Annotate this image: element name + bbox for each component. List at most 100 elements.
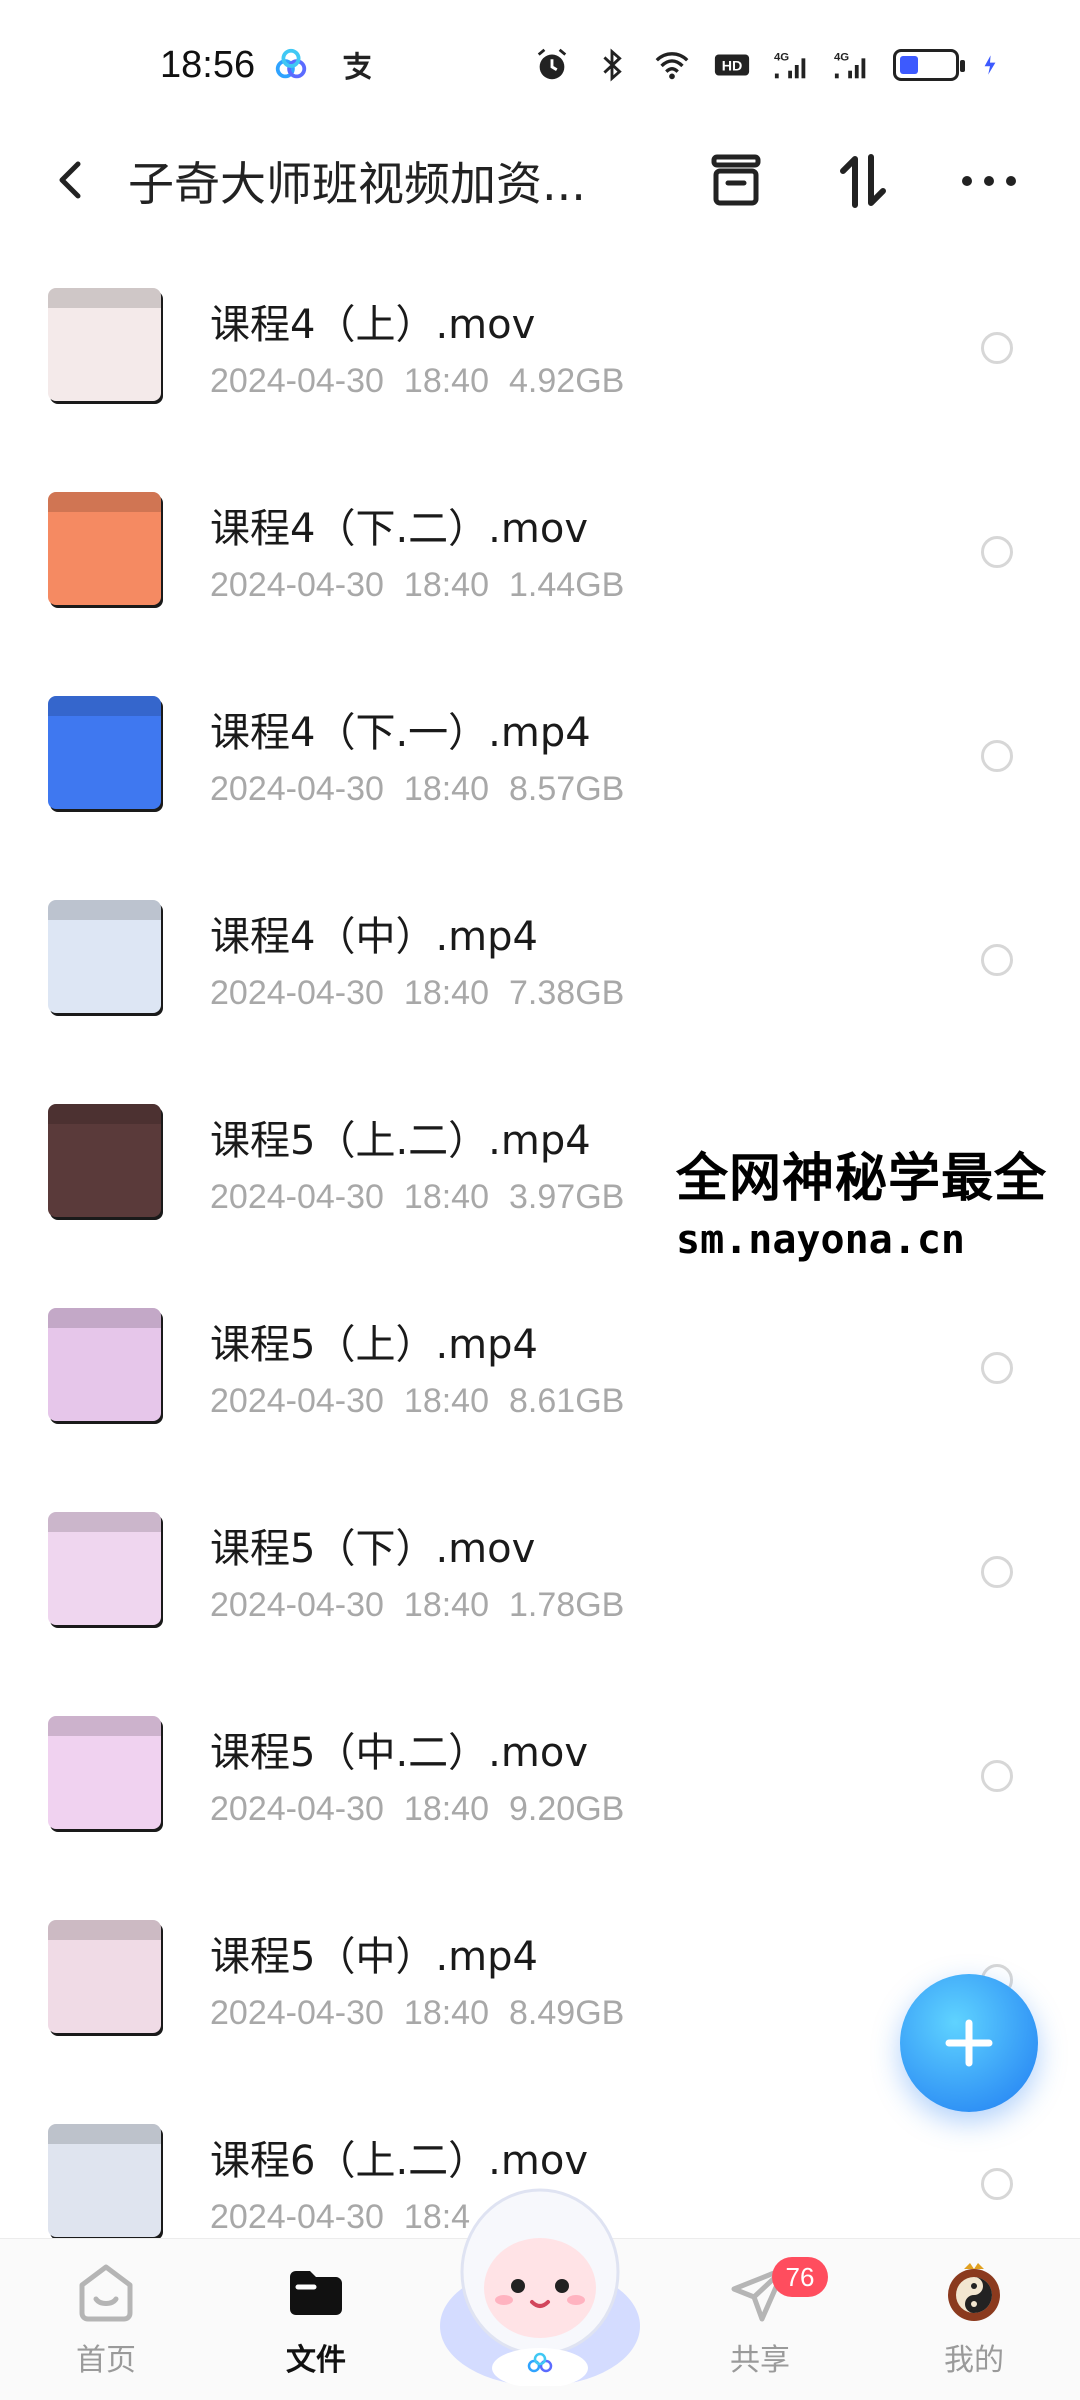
file-size: 8.49GB — [509, 1994, 625, 2032]
select-checkbox[interactable] — [981, 1352, 1013, 1384]
nav-share-label: 共享 — [730, 2343, 790, 2378]
file-thumbnail — [48, 1716, 161, 1829]
file-meta: 2024-04-30 18:40 8.57GB — [210, 770, 624, 809]
file-date: 2024-04-30 — [210, 770, 384, 808]
alipay-icon — [343, 51, 372, 80]
archive-button[interactable] — [703, 148, 769, 214]
file-time: 18:40 — [403, 1178, 490, 1216]
file-meta: 2024-04-30 18:40 1.44GB — [210, 566, 624, 605]
more-button[interactable] — [956, 148, 1022, 214]
file-time: 18:40 — [403, 1382, 490, 1420]
plus-icon — [945, 2019, 993, 2067]
watermark-overlay: 全网神秘学最全 sm.nayona.cn — [676, 1132, 1048, 1267]
nav-home[interactable]: 首页 — [36, 2261, 176, 2391]
file-name: 课程4（上）.mov — [210, 302, 536, 348]
page-title: 子奇大师班视频加资... — [128, 157, 586, 211]
file-thumbnail — [48, 1512, 161, 1625]
file-name: 课程5（下）.mov — [210, 1526, 536, 1572]
file-size: 8.57GB — [509, 770, 625, 808]
file-time: 18:40 — [403, 362, 490, 400]
file-row[interactable]: 课程5（上）.mp4 2024-04-30 18:40 8.61GB — [0, 1290, 1080, 1494]
add-button[interactable] — [900, 1974, 1038, 2112]
charging-icon — [984, 55, 996, 75]
file-date: 2024-04-30 — [210, 566, 384, 604]
file-thumbnail — [48, 2124, 161, 2237]
svg-text:HD: HD — [722, 59, 743, 75]
file-name: 课程4（下.一）.mp4 — [210, 710, 591, 756]
file-date: 2024-04-30 — [210, 362, 384, 400]
file-date: 2024-04-30 — [210, 2198, 384, 2236]
file-size: 7.38GB — [509, 974, 625, 1012]
file-thumbnail — [48, 492, 161, 605]
file-name: 课程5（上）.mp4 — [210, 1322, 538, 1368]
file-time: 18:40 — [403, 1586, 490, 1624]
mascot-assistant-icon[interactable] — [430, 2176, 650, 2386]
file-date: 2024-04-30 — [210, 1790, 384, 1828]
file-size: 1.44GB — [509, 566, 625, 604]
home-icon — [79, 2264, 133, 2322]
file-size: 9.20GB — [509, 1790, 625, 1828]
avatar-icon — [948, 2263, 1000, 2321]
file-row[interactable]: 课程4（下.一）.mp4 2024-04-30 18:40 8.57GB — [0, 678, 1080, 882]
select-checkbox[interactable] — [981, 536, 1013, 568]
baidu-cloud-icon — [275, 48, 307, 79]
file-thumbnail — [48, 1920, 161, 2033]
file-row[interactable]: 课程4（下.二）.mov 2024-04-30 18:40 1.44GB — [0, 474, 1080, 678]
sort-button[interactable] — [830, 148, 896, 214]
nav-files[interactable]: 文件 — [246, 2261, 386, 2391]
status-bar: 18:56 HD 4G 4G — [0, 0, 1080, 130]
archive-icon — [711, 154, 761, 206]
select-checkbox[interactable] — [981, 1760, 1013, 1792]
file-time: 18:40 — [403, 974, 490, 1012]
file-name: 课程5（中）.mp4 — [210, 1934, 538, 1980]
more-icon — [962, 176, 1016, 186]
file-thumbnail — [48, 696, 161, 809]
nav-home-label: 首页 — [76, 2343, 136, 2378]
watermark-url: sm.nayona.cn — [676, 1217, 965, 1263]
file-meta: 2024-04-30 18:40 8.49GB — [210, 1994, 624, 2033]
file-thumbnail — [48, 1104, 161, 1217]
watermark-text: 全网神秘学最全 — [676, 1149, 1048, 1209]
file-name: 课程4（中）.mp4 — [210, 914, 538, 960]
signal-4g-icon: 4G — [834, 51, 866, 79]
file-name: 课程5（上.二）.mp4 — [210, 1118, 591, 1164]
file-name: 课程4（下.二）.mov — [210, 506, 588, 552]
file-meta: 2024-04-30 18:40 3.97GB — [210, 1178, 624, 1217]
file-meta: 2024-04-30 18:40 7.38GB — [210, 974, 624, 1013]
back-arrow-icon[interactable] — [44, 152, 100, 208]
nav-mine-label: 我的 — [944, 2343, 1004, 2378]
file-date: 2024-04-30 — [210, 1178, 384, 1216]
file-row[interactable]: 课程5（下）.mov 2024-04-30 18:40 1.78GB — [0, 1494, 1080, 1698]
file-meta: 2024-04-30 18:40 8.61GB — [210, 1382, 624, 1421]
folder-icon — [290, 2271, 342, 2315]
file-meta: 2024-04-30 18:40 4.92GB — [210, 362, 624, 401]
select-checkbox[interactable] — [981, 740, 1013, 772]
svg-text:4G: 4G — [774, 51, 789, 63]
file-date: 2024-04-30 — [210, 974, 384, 1012]
file-meta: 2024-04-30 18:40 9.20GB — [210, 1790, 624, 1829]
file-size: 8.61GB — [509, 1382, 625, 1420]
hd-icon: HD — [714, 54, 750, 76]
alarm-icon — [537, 48, 567, 80]
file-meta: 2024-04-30 18:40 1.78GB — [210, 1586, 624, 1625]
bluetooth-icon — [603, 48, 622, 82]
nav-mine[interactable]: 我的 — [904, 2261, 1044, 2391]
select-checkbox[interactable] — [981, 332, 1013, 364]
nav-share[interactable]: 76 共享 — [690, 2257, 830, 2391]
file-time: 18:40 — [403, 1994, 490, 2032]
file-time: 18:40 — [403, 566, 490, 604]
file-size: 3.97GB — [509, 1178, 625, 1216]
status-time: 18:56 — [160, 44, 256, 86]
file-row[interactable]: 课程4（中）.mp4 2024-04-30 18:40 7.38GB — [0, 882, 1080, 1086]
select-checkbox[interactable] — [981, 1556, 1013, 1588]
file-row[interactable]: 课程5（中.二）.mov 2024-04-30 18:40 9.20GB — [0, 1698, 1080, 1902]
file-row[interactable]: 课程4（上）.mov 2024-04-30 18:40 4.92GB — [0, 270, 1080, 474]
file-size: 4.92GB — [509, 362, 625, 400]
file-name: 课程5（中.二）.mov — [210, 1730, 588, 1776]
select-checkbox[interactable] — [981, 944, 1013, 976]
notification-badge: 76 — [772, 2257, 828, 2297]
file-date: 2024-04-30 — [210, 1586, 384, 1624]
file-date: 2024-04-30 — [210, 1382, 384, 1420]
file-thumbnail — [48, 1308, 161, 1421]
select-checkbox[interactable] — [981, 2168, 1013, 2200]
